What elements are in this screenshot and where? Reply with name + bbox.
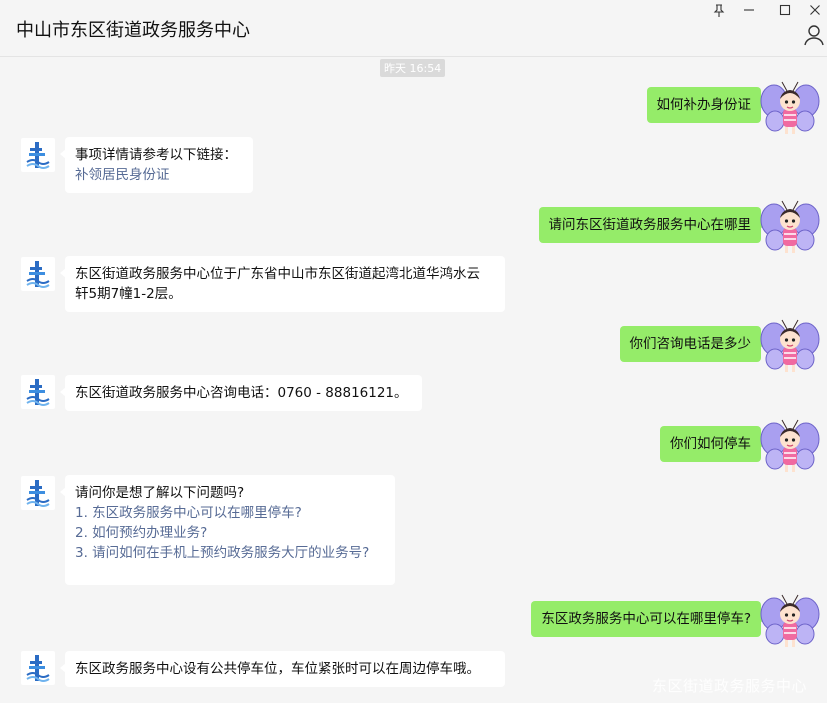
- bot-message-text: 轩5期7幢1-2层。: [75, 286, 182, 302]
- bot-avatar-icon[interactable]: [21, 476, 55, 510]
- chat-title: 中山市东区街道政务服务中心: [16, 20, 250, 41]
- suggested-question-link[interactable]: 1. 东区政务服务中心可以在哪里停车?: [75, 503, 385, 523]
- bot-message-bubble[interactable]: 东区政务服务中心设有公共停车位，车位紧张时可以在周边停车哦。: [60, 651, 505, 687]
- user-message-bubble[interactable]: 请问东区街道政务服务中心在哪里: [538, 207, 766, 243]
- pin-icon[interactable]: [710, 2, 728, 18]
- user-avatar-icon[interactable]: [760, 79, 820, 137]
- bot-avatar-icon[interactable]: [21, 138, 55, 172]
- id-card-reissue-link[interactable]: 补领居民身份证: [75, 165, 243, 185]
- minimize-icon[interactable]: [740, 2, 758, 18]
- bot-avatar-icon[interactable]: [21, 375, 55, 409]
- bot-message-text: 东区街道政务服务中心咨询电话：0760 - 88816121。: [75, 385, 408, 401]
- maximize-icon[interactable]: [776, 2, 794, 18]
- bot-message-bubble[interactable]: 请问你是想了解以下问题吗? 1. 东区政务服务中心可以在哪里停车? 2. 如何预…: [60, 475, 395, 585]
- user-message-bubble[interactable]: 东区政务服务中心可以在哪里停车?: [531, 601, 766, 637]
- suggested-question-link[interactable]: 2. 如何预约办理业务?: [75, 523, 385, 543]
- window-header: 中山市东区街道政务服务中心: [0, 0, 827, 57]
- bot-message-bubble[interactable]: 东区街道政务服务中心咨询电话：0760 - 88816121。: [60, 375, 422, 411]
- bot-message-text: 事项详情请参考以下链接：: [75, 147, 237, 163]
- bot-avatar-icon[interactable]: [21, 651, 55, 685]
- bot-message-bubble[interactable]: 东区街道政务服务中心位于广东省中山市东区街道起湾北道华鸿水云 轩5期7幢1-2层…: [60, 256, 505, 312]
- person-icon[interactable]: [803, 24, 825, 46]
- bot-message-text: 东区街道政务服务中心位于广东省中山市东区街道起湾北道华鸿水云: [75, 266, 480, 282]
- chat-area[interactable]: 昨天 16:54 如何补办身份证 事项详情请参考以下链接： 补领居民身份证 请问…: [0, 57, 827, 703]
- user-avatar-icon[interactable]: [760, 592, 820, 650]
- user-avatar-icon[interactable]: [760, 198, 820, 256]
- close-icon[interactable]: [806, 2, 824, 18]
- user-message-bubble[interactable]: 你们如何停车: [660, 426, 766, 462]
- bot-message-text: 请问你是想了解以下问题吗?: [75, 485, 245, 501]
- user-avatar-icon[interactable]: [760, 317, 820, 375]
- user-avatar-icon[interactable]: [760, 417, 820, 475]
- suggested-question-link[interactable]: 3. 请问如何在手机上预约政务服务大厅的业务号?: [75, 543, 385, 563]
- user-message-bubble[interactable]: 如何补办身份证: [646, 87, 766, 123]
- watermark-text: 东区街道政务服务中心: [652, 677, 808, 695]
- bot-message-bubble[interactable]: 事项详情请参考以下链接： 补领居民身份证: [60, 137, 253, 193]
- message-timestamp: 昨天 16:54: [380, 59, 446, 77]
- bot-avatar-icon[interactable]: [21, 257, 55, 291]
- user-message-bubble[interactable]: 你们咨询电话是多少: [619, 326, 766, 362]
- bot-message-text: 东区政务服务中心设有公共停车位，车位紧张时可以在周边停车哦。: [75, 661, 480, 677]
